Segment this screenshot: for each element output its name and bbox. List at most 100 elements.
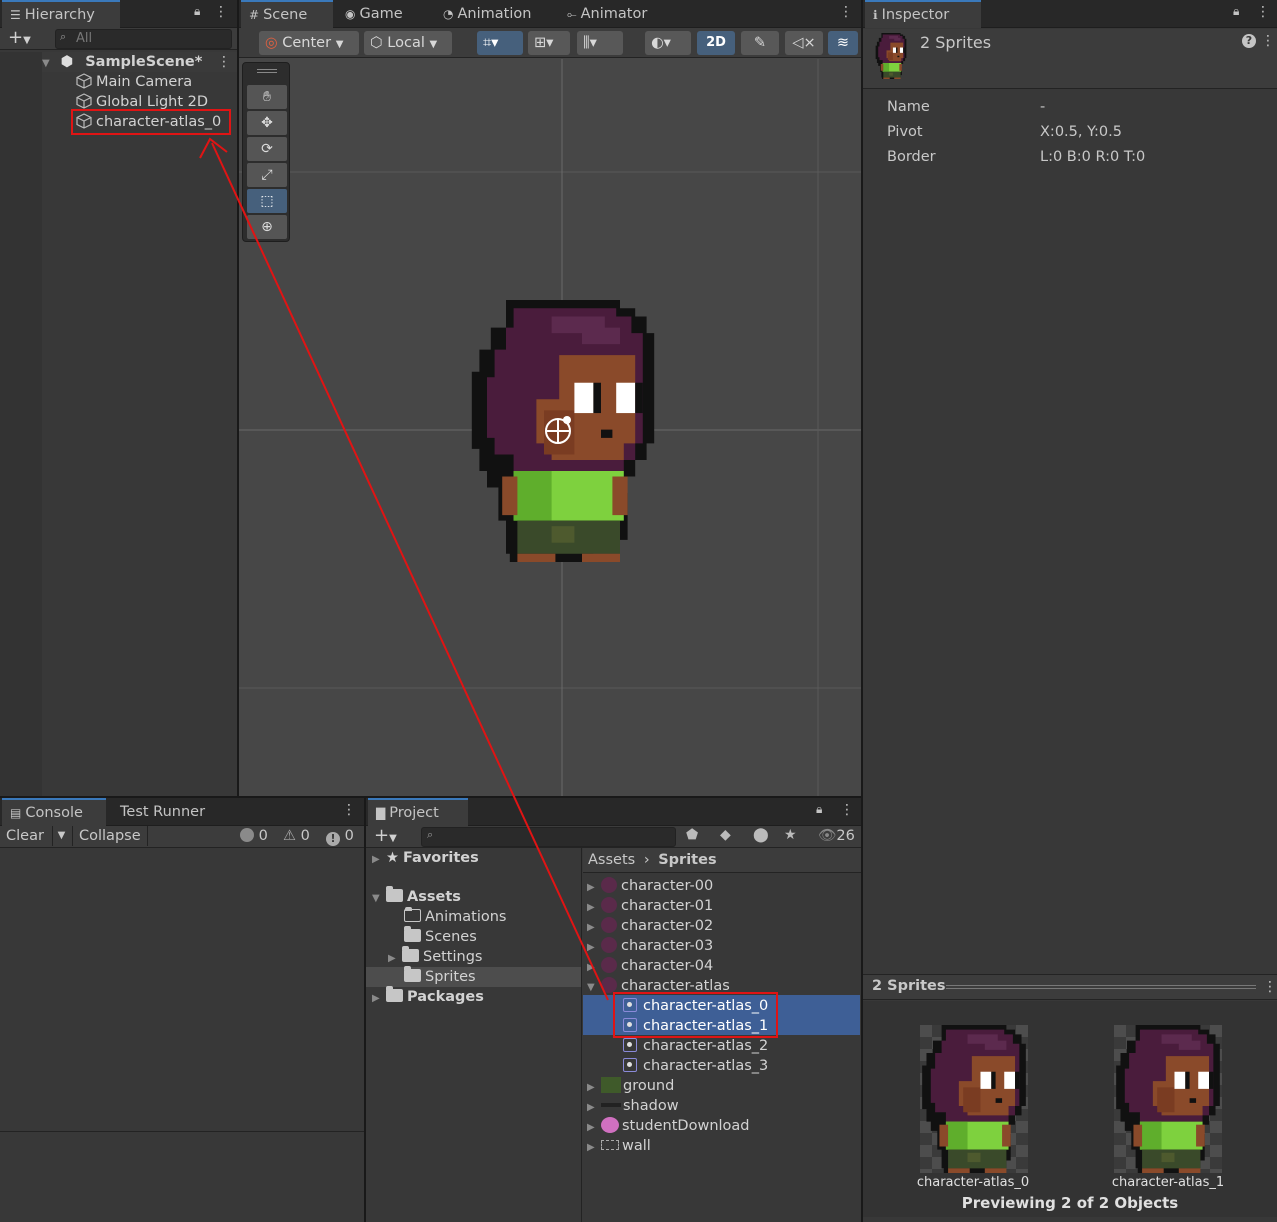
- expand-arrow-icon[interactable]: ▶: [587, 1118, 601, 1138]
- help-icon[interactable]: ?: [1242, 34, 1256, 48]
- settings-more-icon[interactable]: ⋮: [1261, 33, 1275, 49]
- more-menu-icon[interactable]: ⋮: [839, 4, 853, 20]
- tab-console[interactable]: ▤ Console: [2, 798, 106, 826]
- hierarchy-item-main-camera[interactable]: Main Camera: [76, 72, 192, 92]
- file-shadow[interactable]: ▶ shadow: [587, 1096, 679, 1116]
- light-gizmo-icon[interactable]: [545, 416, 571, 444]
- create-plus-icon[interactable]: +▼: [374, 826, 397, 849]
- move-tool-button[interactable]: ✥: [247, 111, 287, 135]
- sub-sprite-character-atlas-1[interactable]: character-atlas_1: [623, 1016, 768, 1036]
- lock-icon[interactable]: 🔒︎: [1233, 4, 1239, 19]
- assets-row[interactable]: ▼ Assets: [372, 886, 461, 909]
- search-by-log-icon[interactable]: ⬤: [753, 827, 769, 843]
- expand-arrow-icon[interactable]: ▶: [587, 938, 601, 958]
- lock-icon[interactable]: 🔒︎: [194, 4, 200, 19]
- more-menu-icon[interactable]: ⋮: [214, 4, 228, 20]
- increment-snap-button[interactable]: ⫼▾: [577, 31, 623, 55]
- sub-sprite-character-atlas-0[interactable]: character-atlas_0: [623, 996, 768, 1016]
- expand-arrow-icon[interactable]: ▶: [372, 989, 386, 1009]
- scene-more-icon[interactable]: ⋮: [217, 54, 231, 70]
- file-student-download[interactable]: ▶ studentDownload: [587, 1116, 750, 1136]
- tab-animator[interactable]: ⟜ Animator: [559, 0, 655, 28]
- warning-count-toggle[interactable]: ⚠ 0: [283, 826, 310, 846]
- more-menu-icon[interactable]: ⋮: [1256, 4, 1270, 20]
- folder-scenes[interactable]: Scenes: [404, 926, 477, 947]
- tab-scene[interactable]: # Scene: [241, 0, 333, 28]
- expand-arrow-icon[interactable]: ▶: [587, 878, 601, 898]
- expand-arrow-icon[interactable]: ▶: [587, 1098, 601, 1118]
- favorite-star-icon[interactable]: ★: [784, 827, 797, 843]
- palette-drag-handle[interactable]: [257, 69, 277, 73]
- tab-game[interactable]: ◉ Game: [337, 0, 411, 28]
- file-character-03[interactable]: ▶ character-03: [587, 936, 713, 956]
- folder-animations[interactable]: Animations: [404, 907, 506, 927]
- collapse-button[interactable]: Collapse: [72, 826, 148, 846]
- file-character-02[interactable]: ▶ character-02: [587, 916, 713, 936]
- expand-arrow-icon[interactable]: ▶: [388, 949, 402, 969]
- tab-project[interactable]: ▇ Project: [368, 798, 468, 826]
- tab-test-runner[interactable]: Test Runner: [112, 798, 213, 826]
- rotate-tool-button[interactable]: ⟳: [247, 137, 287, 161]
- clear-options-dropdown[interactable]: ▼: [52, 826, 70, 846]
- transform-tool-button[interactable]: ⊕: [247, 215, 287, 239]
- file-character-01[interactable]: ▶ character-01: [587, 896, 713, 916]
- packages-row[interactable]: ▶ Packages: [372, 986, 484, 1009]
- hierarchy-item-global-light[interactable]: Global Light 2D: [76, 92, 208, 112]
- expand-arrow-icon[interactable]: ▶: [587, 918, 601, 938]
- tab-hierarchy[interactable]: ☰ Hierarchy: [2, 0, 120, 28]
- search-by-label-icon[interactable]: ◆: [720, 827, 731, 843]
- file-wall[interactable]: ▶ wall: [587, 1136, 651, 1156]
- info-circle-icon: ℹ: [873, 8, 878, 22]
- hierarchy-item-character-atlas-0[interactable]: character-atlas_0: [76, 112, 221, 132]
- search-icon: ⌕: [427, 828, 434, 841]
- star-icon: ★: [386, 850, 399, 866]
- expand-arrow-icon[interactable]: ▶: [587, 1078, 601, 1098]
- expand-arrow-icon[interactable]: ▶: [372, 850, 386, 870]
- hierarchy-search-input[interactable]: All: [55, 29, 232, 49]
- space-local-dropdown[interactable]: ⬡ Local ▼: [364, 31, 452, 55]
- draw-mode-button[interactable]: ◐▾: [645, 31, 691, 55]
- breadcrumb-assets[interactable]: Assets: [588, 852, 635, 868]
- file-character-atlas[interactable]: ▼ character-atlas: [587, 976, 730, 996]
- clear-button[interactable]: Clear: [6, 826, 44, 846]
- lock-icon[interactable]: 🔒︎: [816, 802, 822, 817]
- scene-row[interactable]: ▼ ⬢ SampleScene* ⋮: [42, 52, 237, 72]
- preview-header: 2 Sprites ⋮: [863, 974, 1277, 1000]
- file-ground[interactable]: ▶ ground: [587, 1076, 674, 1096]
- tab-inspector[interactable]: ℹ Inspector: [865, 0, 981, 28]
- file-character-00[interactable]: ▶ character-00: [587, 876, 713, 896]
- hand-tool-button[interactable]: ✋︎: [247, 85, 287, 109]
- favorites-row[interactable]: ▶ ★ Favorites: [372, 848, 479, 868]
- collapse-arrow-icon[interactable]: ▼: [587, 978, 601, 998]
- sub-sprite-character-atlas-3[interactable]: character-atlas_3: [623, 1056, 768, 1076]
- error-count-toggle[interactable]: ! 0: [326, 826, 354, 846]
- log-count-toggle[interactable]: 0: [240, 826, 268, 846]
- sub-sprite-character-atlas-2[interactable]: character-atlas_2: [623, 1036, 768, 1056]
- expand-arrow-icon[interactable]: ▶: [587, 1138, 601, 1158]
- breadcrumb-sprites[interactable]: Sprites: [658, 852, 716, 868]
- folder-settings[interactable]: ▶ Settings: [388, 946, 482, 969]
- more-menu-icon[interactable]: ⋮: [840, 802, 854, 818]
- grid-visibility-button[interactable]: ⊞▾: [528, 31, 570, 55]
- project-search-input[interactable]: [421, 827, 676, 847]
- scale-tool-button[interactable]: ⤢: [247, 163, 287, 187]
- more-menu-icon[interactable]: ⋮: [342, 802, 356, 818]
- hidden-packages-count[interactable]: 👁︎26: [818, 827, 855, 844]
- audio-toggle-button[interactable]: ◁×: [785, 31, 823, 55]
- lighting-toggle-button[interactable]: ✎: [741, 31, 779, 55]
- expand-arrow-icon[interactable]: ▶: [587, 958, 601, 978]
- preview-more-icon[interactable]: ⋮: [1263, 979, 1277, 995]
- effects-toggle-button[interactable]: ≋: [828, 31, 858, 55]
- create-plus-icon[interactable]: +▼: [8, 28, 31, 51]
- grid-snap-button[interactable]: ⌗▾: [477, 31, 523, 55]
- collapse-arrow-icon[interactable]: ▼: [372, 889, 386, 909]
- tab-animation[interactable]: ◔ Animation: [435, 0, 539, 28]
- folder-sprites[interactable]: Sprites: [404, 966, 476, 987]
- search-by-type-icon[interactable]: ⬟: [686, 827, 698, 843]
- file-character-04[interactable]: ▶ character-04: [587, 956, 713, 976]
- expand-arrow-icon[interactable]: ▶: [587, 898, 601, 918]
- collapse-arrow-icon[interactable]: ▼: [42, 54, 56, 74]
- pivot-center-dropdown[interactable]: ◎ Center ▼: [259, 31, 359, 55]
- toggle-2d-button[interactable]: 2D: [697, 31, 735, 55]
- rect-tool-button[interactable]: ⬚: [247, 189, 287, 213]
